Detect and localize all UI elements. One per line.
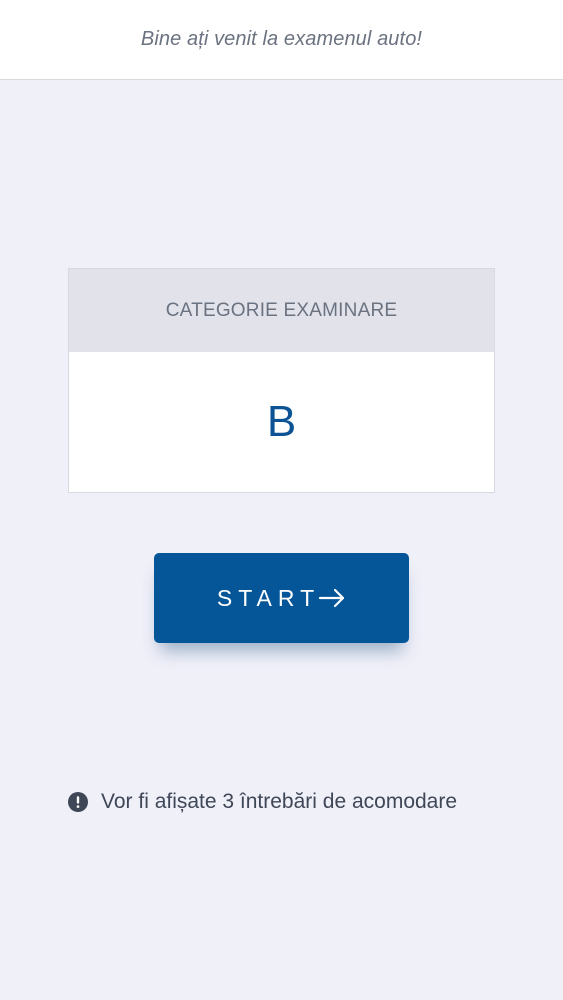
- header-bar: Bine ați venit la examenul auto!: [0, 0, 563, 80]
- category-value: B: [266, 397, 297, 446]
- arrow-right-icon: [318, 588, 346, 608]
- accommodation-notice: Vor fi afișate 3 întrebări de acomodare: [68, 786, 457, 818]
- welcome-message: Bine ați venit la examenul auto!: [140, 28, 423, 50]
- start-button-label: START: [216, 584, 321, 611]
- category-card: CATEGORIE EXAMINARE B: [68, 268, 495, 493]
- exclamation-circle-icon: [68, 792, 88, 812]
- category-card-heading: CATEGORIE EXAMINARE: [69, 269, 494, 352]
- notice-text: Vor fi afișate 3 întrebări de acomodare: [101, 790, 458, 813]
- start-button[interactable]: START: [154, 553, 409, 643]
